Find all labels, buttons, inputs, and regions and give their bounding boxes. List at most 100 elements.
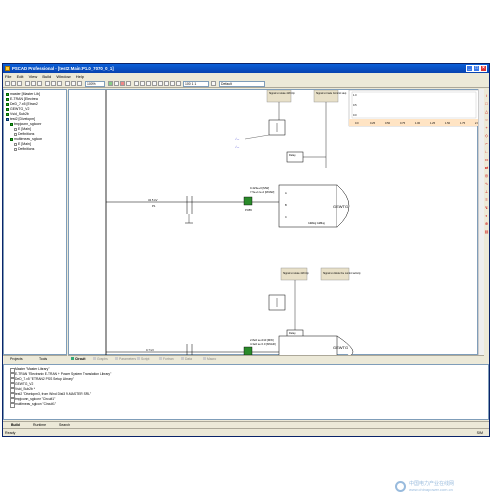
plot-x-tick: 0.0 xyxy=(355,121,359,125)
zoom-combo[interactable]: 100% xyxy=(85,81,105,87)
tree-item[interactable]: Definitions xyxy=(14,147,34,152)
tab-fortran[interactable]: Fortran xyxy=(158,356,174,362)
bus1-transformer xyxy=(185,196,193,224)
cut-icon[interactable] xyxy=(25,81,30,86)
palette-tool-icon[interactable]: ◐ xyxy=(484,213,489,218)
palette-tool-icon[interactable]: ∿ xyxy=(484,181,489,186)
minimize-icon[interactable]: _ xyxy=(466,65,473,72)
output-tabs: Build Runtime Search xyxy=(3,421,489,428)
palette-tool-icon[interactable]: ⊥ xyxy=(484,189,489,194)
output-line[interactable]: multirneav_sglcon "Circuit1" xyxy=(9,402,56,408)
tab-projects[interactable]: Projects xyxy=(4,356,23,363)
tab-graphs[interactable]: Graphs xyxy=(92,356,108,362)
grid-icon[interactable] xyxy=(146,81,151,86)
palette-tool-icon[interactable]: □ xyxy=(484,101,489,106)
tab-macro[interactable]: Macro xyxy=(202,356,216,362)
pause-icon[interactable] xyxy=(114,81,119,86)
pan-icon[interactable] xyxy=(77,81,82,86)
rotate-icon[interactable] xyxy=(152,81,157,86)
probe-2: √ ⌐ xyxy=(235,145,239,149)
palette-tool-icon[interactable]: ⇄ xyxy=(484,165,489,170)
svg-text:A: A xyxy=(285,191,287,195)
mirror-icon[interactable] xyxy=(158,81,163,86)
pscad-window: PSCAD Professional - [test2:Main:P1.0_70… xyxy=(2,63,490,437)
title-bar[interactable]: PSCAD Professional - [test2:Main:P1.0_70… xyxy=(3,64,489,73)
properties-icon[interactable] xyxy=(170,81,175,86)
tab-circuit[interactable]: Circuit xyxy=(70,356,85,362)
bus2-breaker xyxy=(243,346,253,356)
app-icon xyxy=(5,66,10,71)
menu-file[interactable]: File xyxy=(3,73,13,80)
redo-icon[interactable] xyxy=(57,81,62,86)
unit-combo[interactable]: Default xyxy=(219,81,265,87)
stop-icon[interactable] xyxy=(120,81,125,86)
plot-y-tick: 0.5 xyxy=(353,103,357,107)
menu-help[interactable]: Help xyxy=(74,73,86,80)
watermark-line1: 中国电力产业在线网 xyxy=(409,481,455,487)
module-icon xyxy=(6,97,9,101)
svg-text:C: C xyxy=(285,215,287,219)
tab-data[interactable]: Data xyxy=(180,356,192,362)
palette-tool-icon[interactable]: ⊕ xyxy=(484,221,489,226)
tree-item-label: E [Main] xyxy=(18,142,31,146)
palette-tool-icon[interactable]: ↕ xyxy=(484,93,489,98)
palette-tool-icon[interactable]: + xyxy=(484,125,489,130)
undo-icon[interactable] xyxy=(51,81,56,86)
help-icon[interactable] xyxy=(176,81,181,86)
status-sim: SIM xyxy=(476,431,483,435)
tree-item-label: master [Master Lib] xyxy=(10,92,40,96)
module-icon xyxy=(10,122,13,126)
plot-y-tick: 1.0 xyxy=(353,93,357,97)
print-icon[interactable] xyxy=(45,81,50,86)
close-icon[interactable]: × xyxy=(480,65,487,72)
palette-tool-icon[interactable]: ○ xyxy=(484,117,489,122)
open-icon[interactable] xyxy=(11,81,16,86)
menu-bar: File Edit View Build Window Help xyxy=(3,73,489,80)
menu-edit[interactable]: Edit xyxy=(15,73,26,80)
signal-text-1: Signal to relate 418 trip xyxy=(269,92,295,95)
new-icon[interactable] xyxy=(5,81,10,86)
plot-x-tick: 1.75 xyxy=(460,121,466,125)
palette-tool-icon[interactable]: ∟ xyxy=(484,149,489,154)
plot-y-tick: 0.0 xyxy=(353,113,357,117)
pen-combo[interactable]: 100 1 1 xyxy=(183,81,209,87)
tab-parameters[interactable]: Parameters xyxy=(114,356,136,362)
wire-icon[interactable] xyxy=(134,81,139,86)
plot-x-tick: 1.25 xyxy=(430,121,436,125)
text-icon[interactable] xyxy=(140,81,145,86)
maximize-icon[interactable]: □ xyxy=(473,65,480,72)
module-icon xyxy=(6,102,9,106)
schematic-canvas[interactable]: 1.0 0.5 0.0 0.0 0.25 0.50 0.75 1.00 1.25 1.50 1.7… xyxy=(68,89,481,357)
save-icon[interactable] xyxy=(17,81,22,86)
module-icon xyxy=(6,112,9,116)
document-tabs: Circuit Graphs Parameters Script Fortran Data… xyxy=(68,355,484,362)
schematic-svg[interactable]: 1.0 0.5 0.0 0.0 0.25 0.50 0.75 1.00 1.25 1.50 1.7… xyxy=(69,89,481,357)
gen2-box xyxy=(278,335,338,357)
menu-window[interactable]: Window xyxy=(54,73,72,80)
palette-tool-icon[interactable]: ≡ xyxy=(484,197,489,202)
palette-tool-icon[interactable]: ◇ xyxy=(484,133,489,138)
palette-tool-icon[interactable]: ↯ xyxy=(484,205,489,210)
flip-icon[interactable] xyxy=(164,81,169,86)
color-icon[interactable] xyxy=(211,81,216,86)
tab-tools[interactable]: Tools xyxy=(33,356,47,363)
tree-item-label: DeD_7.x5 [Etran2 xyxy=(10,102,38,106)
bus2-flow2: 4.3e0 se 0.0 [MVAR] xyxy=(250,342,276,346)
zoom-in-icon[interactable] xyxy=(65,81,70,86)
menu-view[interactable]: View xyxy=(27,73,40,80)
tree-item-label: test2 [Divelopm] xyxy=(10,117,36,121)
palette-tool-icon[interactable]: ▤ xyxy=(484,229,489,234)
tab-script[interactable]: Script xyxy=(136,356,149,362)
palette-tool-icon[interactable]: △ xyxy=(484,109,489,114)
run-icon[interactable] xyxy=(108,81,113,86)
palette-tool-icon[interactable]: ▭ xyxy=(484,157,489,162)
right-toolbar: ↕ □ △ ○ + ◇ ⌐ ∟ ▭ ⇄ ◎ ∿ ⊥ ≡ ↯ ◐ ⊕ ▤ xyxy=(484,89,489,355)
copy-icon[interactable] xyxy=(31,81,36,86)
tree-item-label: Definitions xyxy=(18,132,35,136)
menu-build[interactable]: Build xyxy=(40,73,53,80)
step-icon[interactable] xyxy=(126,81,131,86)
paste-icon[interactable] xyxy=(37,81,42,86)
zoom-out-icon[interactable] xyxy=(71,81,76,86)
palette-tool-icon[interactable]: ⌐ xyxy=(484,141,489,146)
palette-tool-icon[interactable]: ◎ xyxy=(484,173,489,178)
